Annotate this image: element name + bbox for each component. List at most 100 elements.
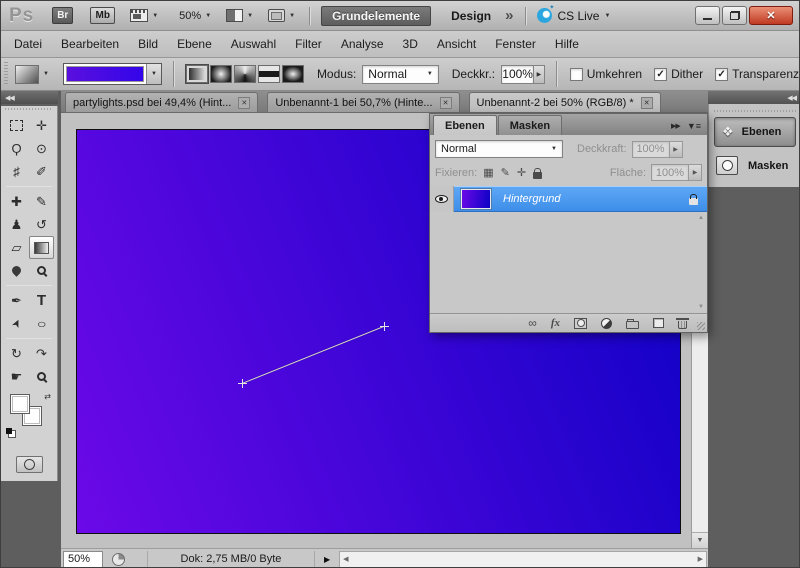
menu-analyse[interactable]: Analyse [341,37,384,51]
blend-mode-select[interactable]: Normal ▼ [362,64,439,84]
tool-hand[interactable]: ☛ [4,365,29,388]
tab-masken[interactable]: Masken [497,115,563,135]
layer-fill-spinner[interactable]: ▶ [689,164,702,181]
umkehren-checkbox[interactable] [569,67,583,81]
tab-unbenannt-1[interactable]: Unbenannt-1 bei 50,7% (Hinte... ✕ [267,92,460,112]
collapse-panel-icon[interactable]: ▶▶ [671,122,681,130]
zoom-level-control[interactable]: 50% ▼ [173,10,211,22]
menu-hilfe[interactable]: Hilfe [555,37,579,51]
swap-colors-icon[interactable]: ⇄ [44,392,51,401]
opacity-spinner[interactable]: ▶ [534,64,545,84]
menu-fenster[interactable]: Fenster [495,37,536,51]
menu-filter[interactable]: Filter [295,37,322,51]
layer-row-hintergrund[interactable]: Hintergrund [430,186,707,212]
scroll-right-icon[interactable]: ▶ [698,555,703,563]
transparenz-checkbox[interactable]: ✓ [715,67,729,81]
tool-gradient[interactable] [29,236,54,259]
scroll-up-icon[interactable]: ▲ [698,215,704,221]
menu-bearbeiten[interactable]: Bearbeiten [61,37,119,51]
layer-visibility-toggle[interactable] [430,186,454,212]
menu-3d[interactable]: 3D [403,37,418,51]
workspace-design-button[interactable]: Design [441,6,501,26]
close-tab-icon[interactable]: ✕ [640,96,653,109]
tool-eyedropper[interactable]: ✐ [29,160,54,183]
tool-3d-roll[interactable]: ↷ [29,342,54,365]
tool-lasso[interactable]: Ϙ [4,137,29,160]
tool-blur[interactable] [4,259,29,282]
tool-move[interactable]: ✛ [29,114,54,137]
tab-partylights[interactable]: partylights.psd bei 49,4% (Hint... ✕ [65,92,259,112]
dock-collapse-button[interactable]: ◀◀ [708,91,799,104]
minimize-button[interactable] [695,6,720,25]
tool-type[interactable]: T [29,289,54,312]
tool-spot-healing[interactable]: ✚ [4,190,29,213]
tool-zoom[interactable] [29,365,54,388]
view-extras-button[interactable]: ▼ [130,9,158,22]
tool-rectangular-marquee[interactable] [4,114,29,137]
gradient-picker[interactable]: ▼ [62,63,162,85]
layer-opacity-field[interactable]: 100% [631,140,670,158]
layer-list-empty-area[interactable]: ▲ ▼ [430,212,707,313]
new-group-icon[interactable] [626,318,639,329]
tab-ebenen[interactable]: Ebenen [433,115,497,135]
angle-gradient-button[interactable] [233,65,256,83]
tool-3d-rotate[interactable]: ↻ [4,342,29,365]
scroll-down-icon[interactable]: ▼ [698,304,704,310]
lock-all-icon[interactable] [533,167,543,179]
status-popup-arrow-icon[interactable]: ▶ [324,555,330,564]
tool-history-brush[interactable]: ↺ [29,213,54,236]
close-button[interactable]: ✕ [749,6,793,25]
bridge-button[interactable]: Br [52,7,74,24]
lock-paint-icon[interactable]: ✎ [501,166,510,179]
menu-bild[interactable]: Bild [138,37,158,51]
tool-brush[interactable]: ✎ [29,190,54,213]
workspace-grundelemente-button[interactable]: Grundelemente [321,5,432,26]
new-layer-icon[interactable] [653,318,664,328]
layer-thumbnail[interactable] [460,188,492,210]
layer-style-icon[interactable]: fx [551,317,560,329]
tool-pen[interactable]: ✒ [4,289,29,312]
tool-preset-picker[interactable]: ▼ [14,64,49,84]
tool-crop[interactable]: ♯ [4,160,29,183]
foreground-color-swatch[interactable] [10,394,30,414]
more-workspaces-button[interactable]: » [505,7,513,24]
mini-bridge-button[interactable]: Mb [90,7,116,24]
tool-eraser[interactable]: ▱ [4,236,29,259]
arrange-documents-button[interactable]: ▼ [226,9,253,22]
menu-ansicht[interactable]: Ansicht [437,37,476,51]
linear-gradient-button[interactable] [184,64,209,84]
tools-collapse-button[interactable]: ◀◀ [1,91,58,104]
panel-resize-grip[interactable] [697,322,705,330]
tool-path-selection[interactable]: ➤ [4,312,29,335]
tab-unbenannt-2[interactable]: Unbenannt-2 bei 50% (RGB/8) * ✕ [468,92,661,112]
status-zoom-field[interactable]: 50% [63,550,103,567]
layer-opacity-spinner[interactable]: ▶ [669,140,683,158]
dock-ebenen-button[interactable]: ❖ Ebenen [714,117,796,147]
menu-ebene[interactable]: Ebene [177,37,212,51]
scroll-left-icon[interactable]: ◀ [343,555,348,563]
adjustment-layer-icon[interactable] [601,317,612,329]
screen-mode-button[interactable]: ▼ [268,9,295,22]
tool-dodge[interactable] [29,259,54,282]
delete-layer-icon[interactable] [676,318,689,329]
tool-clone-stamp[interactable]: ♟ [4,213,29,236]
radial-gradient-button[interactable] [209,65,232,83]
lock-position-icon[interactable]: ✛ [517,166,526,179]
cs-live-menu[interactable]: CS Live ▼ [537,4,610,23]
layer-blend-mode-select[interactable]: Normal ▼ [435,140,563,158]
opacity-field[interactable]: 100% [501,64,535,84]
close-tab-icon[interactable]: ✕ [439,96,452,109]
menu-datei[interactable]: Datei [14,37,42,51]
tool-quick-selection[interactable]: ⊙ [29,137,54,160]
dock-masken-button[interactable]: Masken [716,156,794,175]
panel-menu-icon[interactable]: ▼≡ [687,121,701,131]
diamond-gradient-button[interactable] [281,65,304,83]
menu-auswahl[interactable]: Auswahl [231,37,276,51]
layer-fill-field[interactable]: 100% [651,164,689,181]
link-layers-icon[interactable]: ∞ [528,317,537,329]
gradient-picker-arrow[interactable]: ▼ [145,64,161,84]
close-tab-icon[interactable]: ✕ [238,96,251,109]
horizontal-scrollbar[interactable]: ◀ ▶ [339,550,707,567]
quick-mask-button[interactable] [15,456,43,473]
scroll-down-icon[interactable]: ▼ [692,532,708,548]
